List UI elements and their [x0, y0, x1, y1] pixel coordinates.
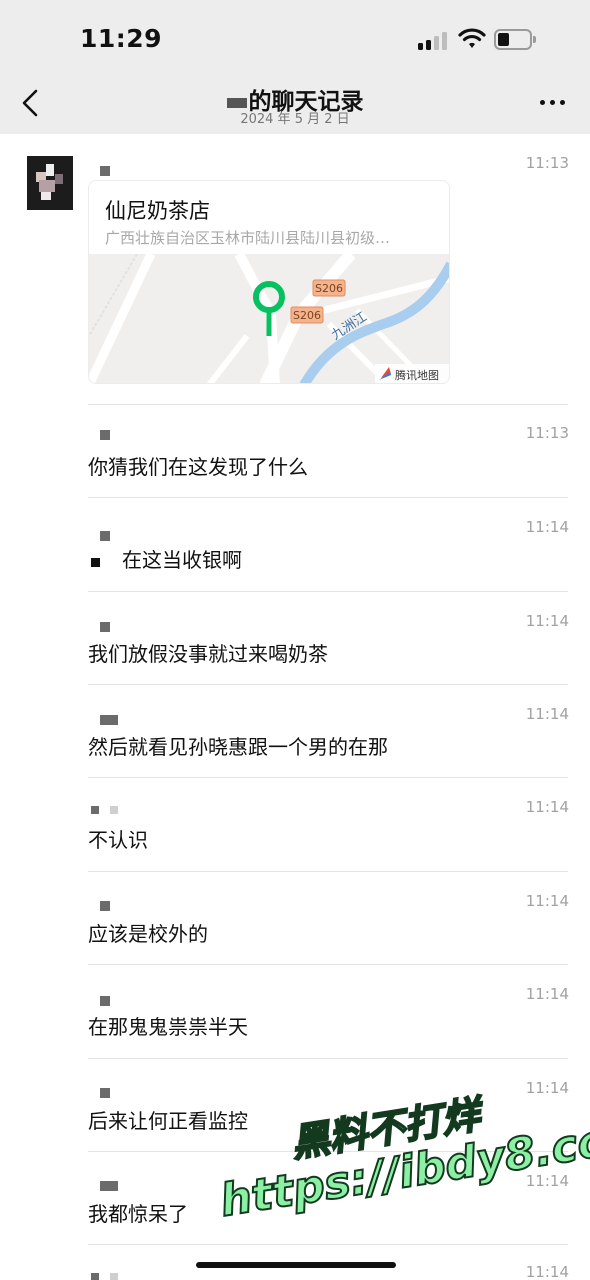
message-text: 然后就看见孙晓惠跟一个男的在那 — [88, 735, 388, 759]
redacted-sender-name-part — [110, 806, 118, 814]
redacted-sender-name — [100, 996, 110, 1006]
message-text: 后来让何正看监控 — [88, 1109, 248, 1133]
list-item[interactable]: 11:14 然后就看见孙晓惠跟一个男的在那 — [88, 685, 569, 778]
redacted-sender-name — [91, 806, 99, 814]
message-text: 在那鬼鬼祟祟半天 — [88, 1015, 248, 1039]
redacted-sender-name — [100, 901, 110, 911]
message-time: 11:14 — [525, 892, 569, 910]
redacted-sender-name — [100, 715, 118, 725]
more-options-button[interactable] — [538, 97, 568, 109]
list-item[interactable]: 11:14 在那鬼鬼祟祟半天 — [88, 965, 569, 1059]
list-item[interactable]: 11:13 你猜我们在这发现了什么 — [88, 405, 569, 498]
message-text: 我们放假没事就过来喝奶茶 — [88, 642, 328, 666]
location-address: 广西壮族自治区玉林市陆川县陆川县初级… — [105, 229, 391, 247]
redacted-sender-name — [100, 1181, 118, 1191]
message-text: 我都惊呆了 — [88, 1202, 188, 1226]
page-subtitle-date: 2024 年 5 月 2 日 — [240, 112, 350, 127]
location-map[interactable]: S206 S206 九洲江 腾讯地图 — [89, 254, 450, 384]
message-time: 11:14 — [525, 798, 569, 816]
message-time: 11:14 — [525, 612, 569, 630]
redacted-sender-name — [100, 166, 110, 176]
redacted-text-fragment — [91, 558, 100, 567]
top-bar: 11:29 的聊天记录 2024 年 5 月 2 日 — [0, 0, 590, 134]
wifi-icon — [458, 28, 486, 48]
cellular-signal-icon — [418, 30, 450, 50]
list-item[interactable]: 11:14 不认识 — [88, 778, 569, 872]
message-time: 11:14 — [525, 1263, 569, 1280]
redacted-sender-name — [100, 430, 110, 440]
redacted-sender-name — [91, 1273, 99, 1280]
message-time: 11:14 — [525, 1079, 569, 1097]
message-time: 11:14 — [525, 985, 569, 1003]
redacted-sender-name-part — [110, 1273, 118, 1280]
message-text: 应该是校外的 — [88, 922, 208, 946]
message-text: 在这当收银啊 — [122, 548, 242, 572]
location-card[interactable]: 仙尼奶茶店 广西壮族自治区玉林市陆川县陆川县初级… S206 S206 九洲江 … — [88, 180, 450, 384]
list-item[interactable]: 11:14 我们放假没事就过来喝奶茶 — [88, 592, 569, 685]
redacted-sender-name — [100, 531, 110, 541]
redacted-name — [226, 97, 247, 108]
list-item[interactable]: 11:14 应该是校外的 — [88, 872, 569, 965]
battery-icon — [494, 29, 536, 50]
status-time: 11:29 — [80, 24, 163, 53]
message-time: 11:14 — [525, 705, 569, 723]
message-time: 11:13 — [525, 424, 569, 442]
road-label: S206 — [293, 309, 321, 322]
message-text: 不认识 — [88, 828, 148, 852]
location-name: 仙尼奶茶店 — [105, 199, 210, 223]
list-item[interactable]: 11:14 在这当收银啊 — [88, 498, 569, 592]
map-provider-label: 腾讯地图 — [395, 368, 439, 382]
message-time: 11:14 — [525, 518, 569, 536]
message-time: 11:13 — [525, 154, 569, 172]
home-indicator[interactable] — [196, 1262, 396, 1268]
road-label: S206 — [315, 282, 343, 295]
redacted-sender-name — [100, 622, 110, 632]
redacted-sender-name — [100, 1088, 110, 1098]
avatar — [27, 156, 73, 210]
message-text: 你猜我们在这发现了什么 — [88, 455, 308, 479]
